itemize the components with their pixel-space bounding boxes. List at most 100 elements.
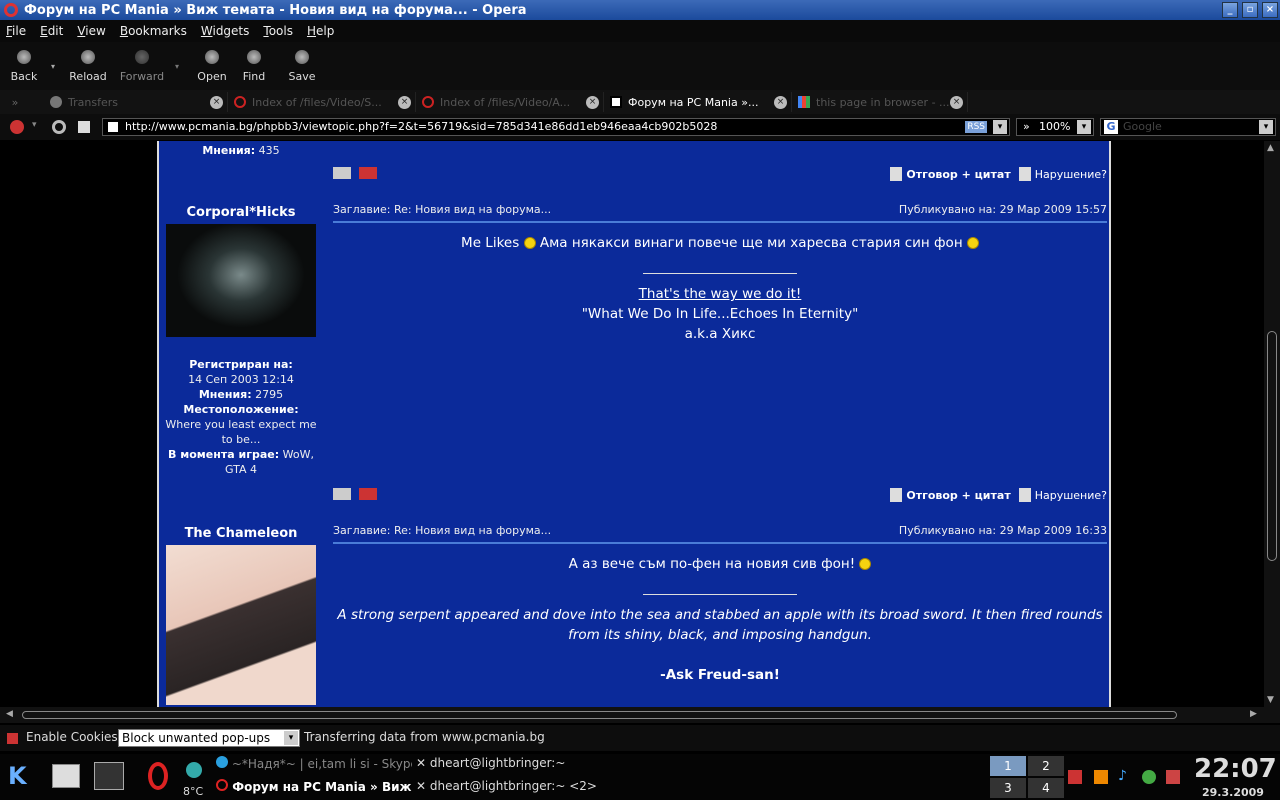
tab-pcmania-forum[interactable]: Форум на PC Mania »... × bbox=[604, 92, 792, 112]
window-title: Форум на PC Mania » Виж темата - Новия в… bbox=[24, 2, 527, 18]
task-terminal-1[interactable]: ✕ dheart@lightbringer:~ bbox=[416, 756, 606, 776]
scroll-right-icon[interactable]: ▶ bbox=[1250, 709, 1257, 719]
signature-link[interactable]: That's the way we do it! bbox=[333, 284, 1107, 304]
save-button[interactable]: Save bbox=[274, 42, 330, 90]
close-window-button[interactable]: × bbox=[1262, 2, 1278, 18]
home-icon[interactable] bbox=[52, 120, 66, 134]
back-button[interactable]: Back bbox=[2, 42, 46, 90]
close-tab-icon[interactable]: × bbox=[210, 95, 223, 109]
smile-icon bbox=[966, 237, 979, 249]
pm-icon[interactable] bbox=[358, 488, 377, 500]
scroll-up-icon[interactable]: ▲ bbox=[1267, 143, 1274, 153]
quote-reply-link[interactable]: Отговор + цитат bbox=[906, 489, 1010, 502]
tab-google-search[interactable]: this page in browser - ... × bbox=[792, 92, 968, 112]
pm-icon[interactable] bbox=[358, 167, 377, 179]
report-link[interactable]: Нарушение? bbox=[1035, 489, 1107, 502]
close-tab-icon[interactable]: × bbox=[586, 95, 599, 109]
close-tab-icon[interactable]: × bbox=[774, 95, 787, 109]
find-button[interactable]: Find bbox=[240, 42, 268, 90]
tab-index-video-a[interactable]: Index of /files/Video/A... × bbox=[416, 92, 604, 112]
reload-icon bbox=[81, 49, 95, 64]
search-dropdown-icon[interactable]: ▾ bbox=[1259, 120, 1273, 134]
author-name[interactable]: The Chameleon bbox=[165, 526, 317, 541]
task-opera[interactable]: Форум на PC Mania » Виж bbox=[216, 779, 412, 799]
zoom-icon: » bbox=[1023, 120, 1030, 133]
tray-network-icon[interactable] bbox=[1068, 770, 1082, 784]
report-link[interactable]: Нарушение? bbox=[1035, 168, 1107, 181]
cookie-icon[interactable] bbox=[7, 733, 18, 744]
menu-edit[interactable]: Edit bbox=[34, 24, 71, 38]
divider bbox=[333, 542, 1107, 544]
zoom-field[interactable]: » 100% ▾ bbox=[1016, 118, 1094, 136]
url-dropdown-icon[interactable]: ▾ bbox=[993, 120, 1007, 134]
tab-transfers[interactable]: Transfers × bbox=[44, 92, 228, 112]
tray-clipboard-icon[interactable] bbox=[1094, 770, 1108, 784]
stop-icon[interactable] bbox=[10, 120, 24, 134]
desktop-1[interactable]: 1 bbox=[990, 756, 1026, 776]
grin-icon bbox=[859, 558, 872, 570]
back-history-dropdown[interactable]: ▾ bbox=[46, 42, 60, 90]
find-icon bbox=[247, 49, 261, 64]
close-tab-icon[interactable]: × bbox=[950, 95, 963, 109]
divider bbox=[333, 221, 1107, 223]
url-field[interactable]: http://www.pcmania.bg/phpbb3/viewtopic.p… bbox=[102, 118, 1010, 136]
enable-cookies-label[interactable]: Enable Cookies bbox=[26, 730, 118, 744]
main-toolbar: Back ▾ Reload Forward ▾ Open Find Save bbox=[0, 42, 1280, 90]
site-favicon-icon bbox=[106, 120, 120, 134]
notes-icon[interactable] bbox=[52, 764, 80, 788]
tray-status-icon[interactable] bbox=[1142, 770, 1156, 784]
menu-help[interactable]: Help bbox=[301, 24, 342, 38]
dropdown-icon[interactable]: ▾ bbox=[32, 120, 37, 130]
rss-badge[interactable]: RSS bbox=[965, 121, 987, 133]
desktop-2[interactable]: 2 bbox=[1028, 756, 1064, 776]
close-tab-icon[interactable]: × bbox=[398, 95, 411, 109]
smile-icon bbox=[523, 237, 536, 249]
fxvf-icon[interactable] bbox=[94, 762, 124, 790]
skype-icon bbox=[216, 756, 228, 768]
opera-launcher-icon[interactable] bbox=[148, 762, 168, 790]
forward-button[interactable]: Forward bbox=[114, 42, 170, 90]
horizontal-scrollbar[interactable]: ◀ ▶ bbox=[0, 707, 1280, 723]
profile-icon[interactable] bbox=[333, 167, 351, 179]
address-toolbar: ▾ http://www.pcmania.bg/phpbb3/viewtopic… bbox=[0, 114, 1280, 140]
tab-index-video-s[interactable]: Index of /files/Video/S... × bbox=[228, 92, 416, 112]
desktop-3[interactable]: 3 bbox=[990, 778, 1026, 798]
desktop-4[interactable]: 4 bbox=[1028, 778, 1064, 798]
tray-power-icon[interactable] bbox=[1166, 770, 1180, 784]
minimize-button[interactable]: _ bbox=[1222, 2, 1238, 18]
vertical-scrollbar[interactable]: ▲ ▼ bbox=[1264, 141, 1280, 707]
opera-page-icon bbox=[422, 96, 434, 108]
kde-menu-icon[interactable]: K bbox=[8, 762, 36, 790]
scroll-left-icon[interactable]: ◀ bbox=[6, 709, 13, 719]
scroll-down-icon[interactable]: ▼ bbox=[1267, 695, 1274, 705]
open-button[interactable]: Open bbox=[184, 42, 240, 90]
clock-date: 29.3.2009 bbox=[1202, 786, 1264, 799]
clock-time[interactable]: 22:07 bbox=[1194, 754, 1277, 784]
bookmark-page-icon[interactable] bbox=[78, 121, 90, 133]
menu-view[interactable]: View bbox=[71, 24, 113, 38]
menu-bookmarks[interactable]: Bookmarks bbox=[114, 24, 195, 38]
tray-music-icon[interactable]: ♪ bbox=[1118, 768, 1127, 784]
scroll-thumb[interactable] bbox=[22, 711, 1177, 719]
task-terminal-2[interactable]: ✕ dheart@lightbringer:~ <2> bbox=[416, 779, 616, 799]
menu-tools[interactable]: Tools bbox=[257, 24, 301, 38]
author-name[interactable]: Corporal*Hicks bbox=[165, 205, 317, 220]
reload-button[interactable]: Reload bbox=[62, 42, 114, 90]
poster-info: Corporal*Hicks Регистриран на: 14 Сеп 20… bbox=[165, 205, 317, 476]
zoom-dropdown-icon[interactable]: ▾ bbox=[1077, 120, 1091, 134]
post-header: Заглавие: Re: Новия вид на форума... Пуб… bbox=[333, 524, 1107, 537]
scroll-thumb[interactable] bbox=[1267, 331, 1277, 561]
task-skype[interactable]: ~*Надя*~ | ei,tam li si - Skype bbox=[216, 756, 412, 776]
post-subject: Заглавие: Re: Новия вид на форума... bbox=[333, 203, 552, 216]
popup-blocker-select[interactable]: Block unwanted pop-ups ▾ bbox=[118, 729, 300, 747]
forward-history-dropdown[interactable]: ▾ bbox=[170, 42, 184, 90]
search-field[interactable]: G Google ▾ bbox=[1100, 118, 1276, 136]
profile-icon[interactable] bbox=[333, 488, 351, 500]
report-icon bbox=[1018, 167, 1031, 181]
quote-reply-link[interactable]: Отговор + цитат bbox=[906, 168, 1010, 181]
maximize-button[interactable]: ▫ bbox=[1242, 2, 1258, 18]
menu-widgets[interactable]: Widgets bbox=[195, 24, 258, 38]
menu-file[interactable]: File bbox=[0, 24, 34, 38]
window-titlebar: Форум на PC Mania » Виж темата - Новия в… bbox=[0, 0, 1280, 20]
tab-overflow-icon[interactable]: » bbox=[0, 96, 30, 109]
